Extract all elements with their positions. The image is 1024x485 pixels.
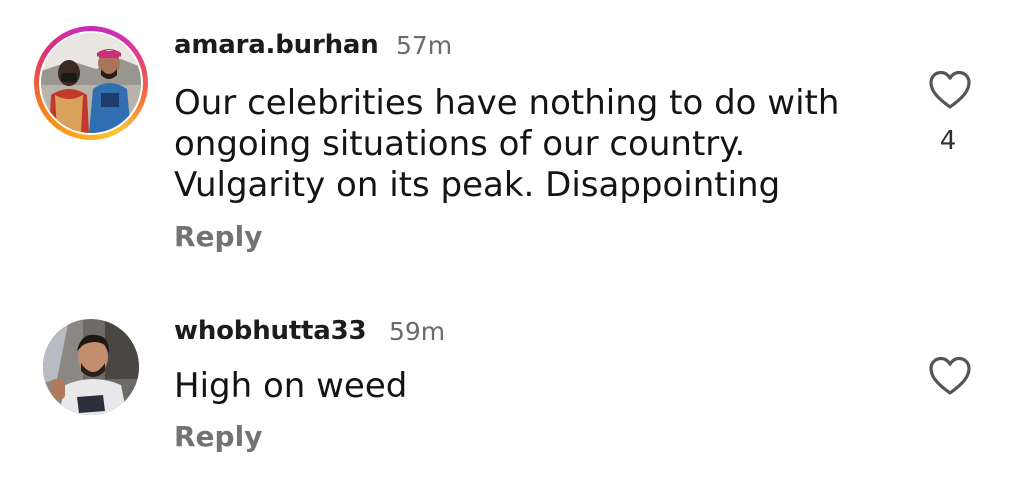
username[interactable]: whobhutta33: [174, 316, 367, 346]
reply-button[interactable]: Reply: [174, 420, 262, 453]
comment-text: Our celebrities have nothing to do with …: [174, 83, 894, 206]
comment-item: amara.burhan 57m Our celebrities have no…: [0, 0, 1024, 270]
timestamp: 59m: [389, 317, 446, 346]
heart-icon[interactable]: [928, 70, 972, 110]
comment-text-line: Our celebrities have nothing to do with: [174, 83, 840, 123]
timestamp: 57m: [396, 31, 453, 60]
comment-text-line: High on weed: [174, 366, 408, 406]
avatar[interactable]: [41, 33, 141, 133]
comment-item: whobhutta33 59m High on weed Reply: [0, 300, 1024, 480]
avatar-photo: [43, 319, 139, 415]
comment-text: High on weed: [174, 366, 894, 407]
username[interactable]: amara.burhan: [174, 30, 379, 60]
avatar-photo: [41, 33, 141, 133]
comment-text-line: ongoing situations of our country.: [174, 124, 746, 164]
like-count: 4: [939, 126, 957, 156]
reply-button[interactable]: Reply: [174, 220, 262, 253]
comment-text-line: Vulgarity on its peak. Disappointing: [174, 165, 781, 205]
avatar[interactable]: [43, 319, 139, 415]
heart-icon[interactable]: [928, 356, 972, 396]
